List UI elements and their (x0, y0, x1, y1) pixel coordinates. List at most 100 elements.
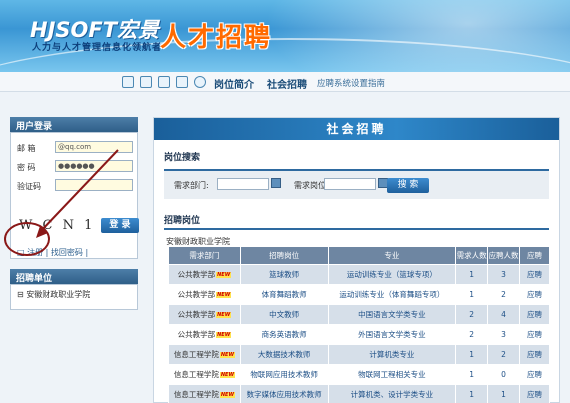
table-row: 公共教学部 NEW 中文教师 中国语言文学类专业 2 4 应聘 (168, 304, 550, 325)
dept-cell: 信息工程学院 (173, 390, 219, 399)
col-apply: 应聘 (519, 246, 550, 265)
new-badge: NEW (219, 352, 235, 358)
applied-count: 3 (501, 270, 506, 279)
major-cell: 计算机类、设计学类专业 (350, 390, 434, 399)
units-list: ⊟ 安徽财政职业学院 (10, 284, 138, 310)
need-count: 2 (469, 310, 475, 319)
new-badge: NEW (219, 392, 235, 398)
company-slogan: 人力与人才管理信息化领航者 (32, 43, 163, 53)
apply-link[interactable]: 应聘 (527, 330, 542, 339)
login-panel-title: 用户登录 (10, 117, 138, 132)
page-title: 社会招聘 (154, 118, 559, 140)
apply-link[interactable]: 应聘 (527, 270, 542, 279)
table-row: 信息工程学院 NEW 大数据技术教师 计算机类专业 1 2 应聘 (168, 344, 550, 365)
home-icon[interactable] (122, 76, 134, 88)
annotation-circle (4, 222, 50, 256)
unit-item[interactable]: 安徽财政职业学院 (26, 290, 90, 299)
new-badge: NEW (216, 292, 232, 298)
need-count: 1 (469, 350, 475, 359)
table-row: 公共教学部 NEW 商务英语教师 外国语言文学类专业 2 3 应聘 (168, 324, 550, 345)
dept-cell: 信息工程学院 (173, 370, 219, 379)
login-button[interactable]: 登 录 (101, 218, 139, 233)
search-button[interactable]: 搜 索 (387, 178, 429, 193)
dept-picker-icon[interactable] (271, 178, 281, 188)
captcha-field[interactable] (55, 179, 133, 191)
dept-cell: 公共教学部 (177, 330, 216, 339)
post-link[interactable]: 物联网应用技术教师 (250, 370, 318, 379)
email-field[interactable]: @qq.com (55, 141, 133, 153)
share-icon[interactable] (176, 76, 188, 88)
nav-link-guide[interactable]: 应聘系统设置指南 (317, 77, 385, 89)
apply-link[interactable]: 应聘 (527, 310, 542, 319)
post-link[interactable]: 篮球教师 (269, 270, 299, 279)
post-link[interactable]: 体育舞蹈教师 (262, 290, 307, 299)
units-panel-title: 招聘单位 (10, 269, 138, 284)
new-badge: NEW (219, 372, 235, 378)
header-banner: HJSOFT宏景 人力与人才管理信息化领航者 人才招聘 (0, 0, 570, 72)
post-link[interactable]: 大数据技术教师 (258, 350, 311, 359)
need-count: 1 (469, 390, 475, 399)
table-header-row: 需求部门 招聘岗位 专业 需求人数 应聘人数 应聘 (168, 246, 550, 265)
need-count: 1 (469, 370, 475, 379)
major-cell: 运动训练专业（篮球专项） (346, 270, 437, 279)
password-label: 密 码 (17, 163, 36, 172)
post-link[interactable]: 数字媒体应用技术教师 (247, 390, 322, 399)
applied-count: 0 (501, 370, 506, 379)
col-applied: 应聘人数 (487, 246, 521, 265)
major-cell: 计算机类专业 (369, 350, 415, 359)
nav-link-social-recruitment[interactable]: 社会招聘 (267, 76, 307, 91)
apply-link[interactable]: 应聘 (527, 350, 542, 359)
post-link[interactable]: 中文教师 (269, 310, 299, 319)
search-section-title: 岗位搜索 (164, 153, 201, 163)
dept-cell: 信息工程学院 (173, 350, 219, 359)
apply-link[interactable]: 应聘 (527, 290, 542, 299)
apply-link[interactable]: 应聘 (527, 370, 542, 379)
need-count: 1 (469, 290, 475, 299)
dept-label: 需求部门: (174, 181, 209, 190)
search-form: 需求部门: 需求岗位: 搜 索 (164, 169, 549, 199)
applied-count: 1 (501, 390, 506, 399)
applied-count: 2 (501, 350, 506, 359)
new-badge: NEW (216, 332, 232, 338)
save-icon[interactable] (158, 76, 170, 88)
table-row: 信息工程学院 NEW 物联网应用技术教师 物联网工程相关专业 1 0 应聘 (168, 364, 550, 385)
new-badge: NEW (216, 272, 232, 278)
post-link[interactable]: 商务英语教师 (262, 330, 307, 339)
email-label: 邮 箱 (17, 144, 36, 153)
applied-count: 2 (501, 290, 506, 299)
col-dept: 需求部门 (168, 246, 241, 265)
positions-table: 需求部门 招聘岗位 专业 需求人数 应聘人数 应聘 公共教学部 NEW 篮球教师 运动… (168, 246, 550, 403)
captcha-label: 验证码 (17, 182, 41, 191)
col-post: 招聘岗位 (239, 246, 329, 265)
password-field[interactable]: ●●●●●● (55, 160, 133, 172)
new-badge: NEW (216, 312, 232, 318)
need-count: 2 (469, 330, 475, 339)
applied-count: 4 (501, 310, 506, 319)
col-need: 需求人数 (455, 246, 489, 265)
tree-expand-icon[interactable]: ⊟ (17, 290, 24, 299)
table-row: 公共教学部 NEW 篮球教师 运动训练专业（篮球专项） 1 3 应聘 (168, 264, 550, 285)
left-sidebar: 用户登录 邮 箱 @qq.com 密 码 ●●●●●● 验证码 W C N 1 … (10, 117, 139, 310)
positions-section-title: 招聘岗位 (164, 216, 201, 226)
dept-cell: 公共教学部 (177, 310, 216, 319)
main-panel: 社会招聘 岗位搜索 需求部门: 需求岗位: 搜 索 招聘岗位 安徽财政职业学院 … (153, 117, 560, 403)
settings-icon[interactable] (194, 76, 206, 88)
position-input[interactable] (324, 178, 376, 190)
apply-link[interactable]: 应聘 (527, 390, 542, 399)
major-cell: 外国语言文学类专业 (358, 330, 426, 339)
forgot-password-link[interactable]: 找回密码 (51, 248, 83, 257)
major-cell: 物联网工程相关专业 (358, 370, 426, 379)
dept-cell: 公共教学部 (177, 270, 216, 279)
fullscreen-icon[interactable] (140, 76, 152, 88)
nav-link-position-intro[interactable]: 岗位简介 (214, 76, 254, 91)
nav-icon-group (122, 76, 206, 88)
major-cell: 运动训练专业（体育舞蹈专项） (339, 290, 445, 299)
top-nav-bar: 岗位简介 社会招聘 应聘系统设置指南 (0, 72, 570, 92)
system-title: 人才招聘 (160, 23, 273, 53)
need-count: 1 (469, 270, 475, 279)
dept-cell: 公共教学部 (177, 290, 216, 299)
dept-input[interactable] (217, 178, 269, 190)
applied-count: 3 (501, 330, 506, 339)
table-row: 公共教学部 NEW 体育舞蹈教师 运动训练专业（体育舞蹈专项） 1 2 应聘 (168, 284, 550, 305)
table-row: 信息工程学院 NEW 数字媒体应用技术教师 计算机类、设计学类专业 1 1 应聘 (168, 384, 550, 403)
